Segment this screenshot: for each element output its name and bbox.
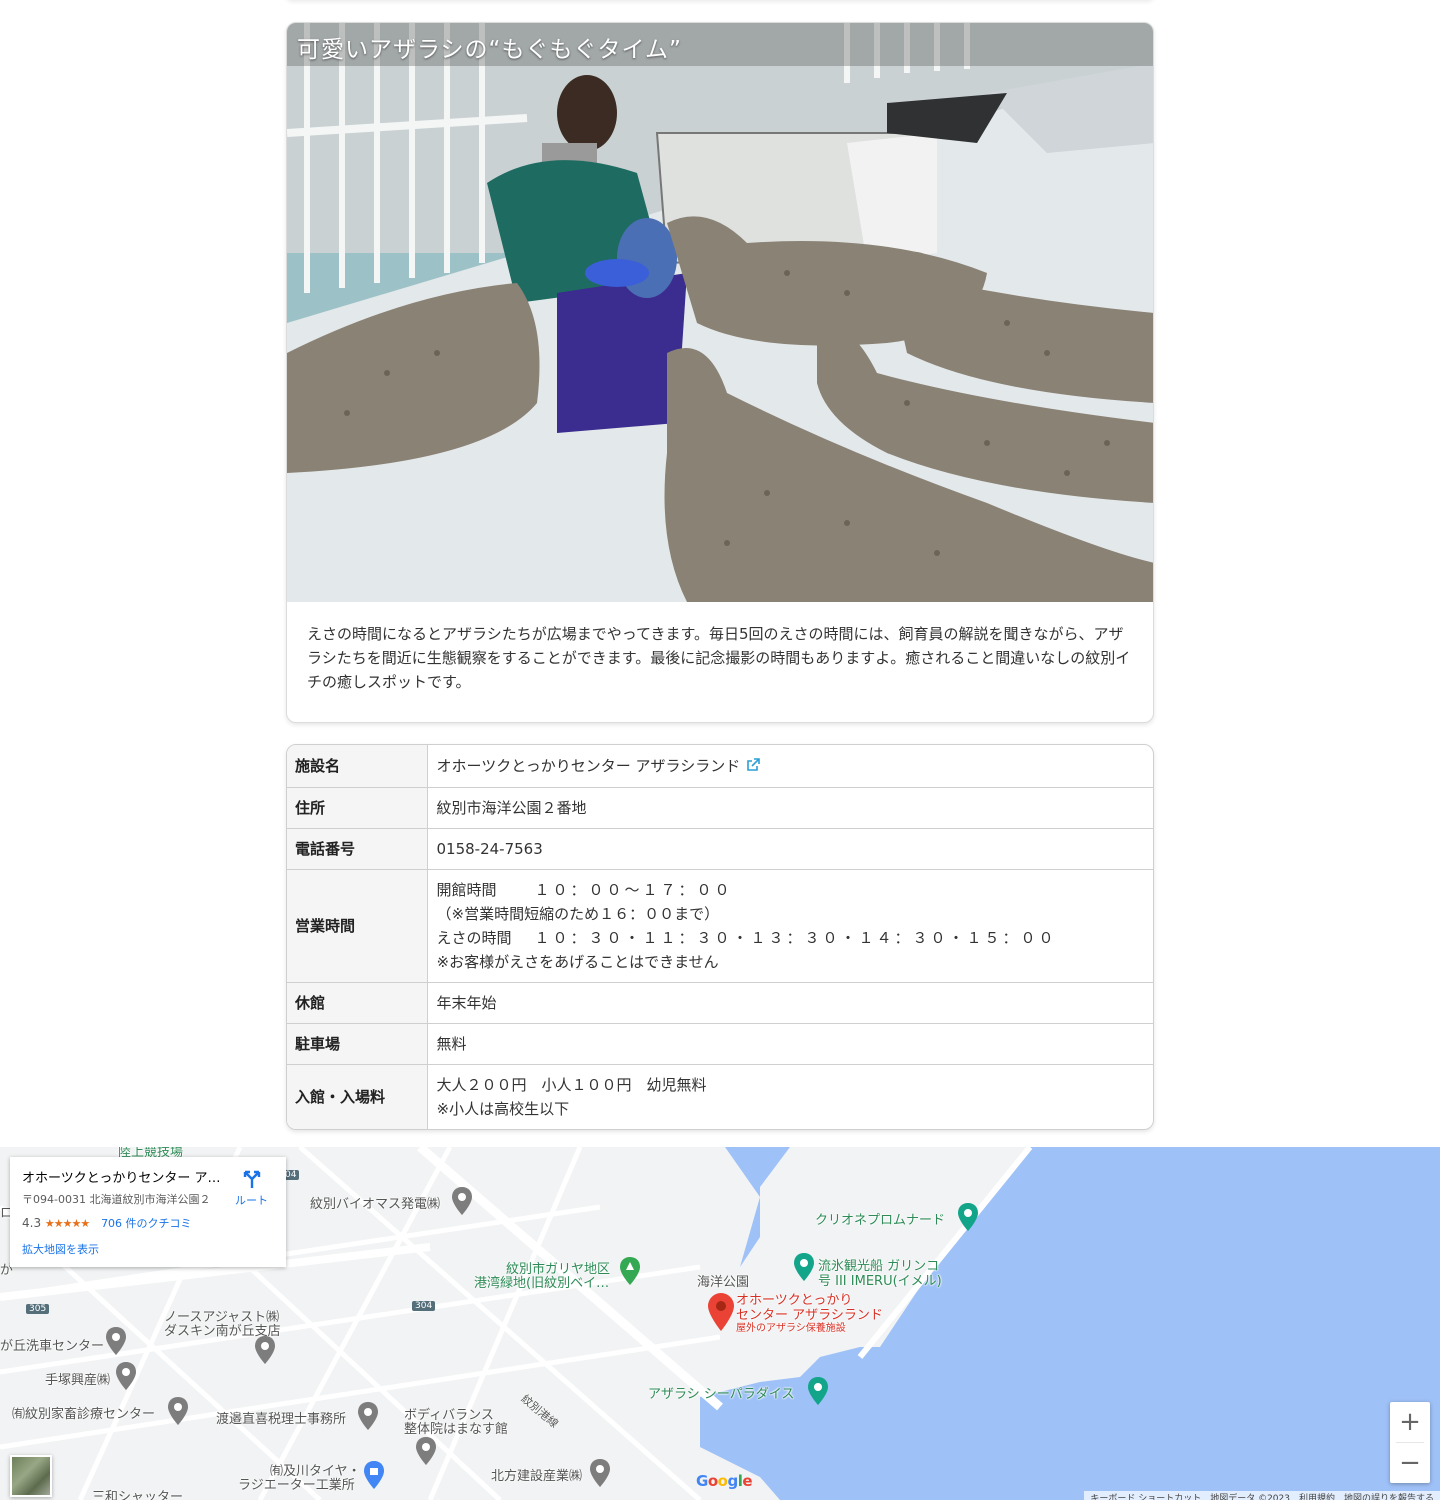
feeding-time-value: １０：３０・１１：３０・１３：３０・１４：３０・１５：００ xyxy=(534,928,1057,947)
poi-pin-icon[interactable] xyxy=(168,1397,188,1425)
map-label-clione[interactable]: クリオネプロムナード xyxy=(815,1209,945,1228)
route-label: ルート xyxy=(235,1194,268,1207)
google-map[interactable]: 陸上競技場 紋別バイオマス発電㈱ クリオネプロムナード 流氷観光船 ガリンコ 号… xyxy=(0,1147,1440,1500)
poi-pin-icon[interactable] xyxy=(358,1402,378,1430)
aquarium-pin-icon[interactable] xyxy=(808,1377,828,1405)
opening-hours-label: 開館時間 xyxy=(436,880,497,899)
fee-note: ※小人は高校生以下 xyxy=(436,1099,570,1118)
poi-pin-icon[interactable] xyxy=(794,1253,814,1281)
feeding-time-label: えさの時間 xyxy=(436,928,512,947)
poi-pin-icon[interactable] xyxy=(106,1327,126,1355)
external-link-icon xyxy=(747,757,761,771)
name-cell: オホーツクとっかりセンター アザラシランド xyxy=(427,745,1153,788)
table-row: 入館・入場料 大人２００円 小人１００円 幼児無料 ※小人は高校生以下 xyxy=(287,1064,1153,1129)
map-label-garinko-2[interactable]: 号 III IMERU(イメル) xyxy=(818,1270,942,1289)
larger-map-link[interactable]: 拡大地図を表示 xyxy=(22,1241,274,1257)
rating-value: 4.3 xyxy=(22,1216,42,1230)
poi-pin-icon[interactable] xyxy=(255,1336,275,1364)
table-row: 営業時間 開館時間 １０：００〜１７：００ （※営業時間短縮のため１６：００まで）… xyxy=(287,869,1153,983)
fee-label: 入館・入場料 xyxy=(287,1064,428,1129)
map-label-sea-paradise[interactable]: アザラシ シーパラダイス xyxy=(648,1383,794,1402)
table-row: 住所 紋別市海洋公園２番地 xyxy=(287,787,1153,829)
map-label-watanabe[interactable]: 渡邉直喜税理士事務所 xyxy=(216,1408,346,1427)
star-rating-icon: ★★★★★ xyxy=(44,1217,90,1230)
poi-pin-icon[interactable] xyxy=(116,1362,136,1390)
poi-pin-icon[interactable] xyxy=(452,1187,472,1215)
zoom-control: + − xyxy=(1390,1402,1430,1483)
fee-value: 大人２００円 小人１００円 幼児無料 xyxy=(436,1075,707,1094)
poi-pin-icon[interactable] xyxy=(590,1459,610,1487)
hours-note: （※営業時間短縮のため１６：００まで） xyxy=(436,904,720,923)
table-row: 休館 年末年始 xyxy=(287,982,1153,1024)
phone-value[interactable]: 0158-24-7563 xyxy=(427,828,1153,870)
map-label-hamanasu[interactable]: 整体院はまなす館 xyxy=(404,1418,508,1437)
table-row: 施設名 オホーツクとっかりセンター アザラシランド xyxy=(287,745,1153,788)
fee-cell: 大人２００円 小人１００円 幼児無料 ※小人は高校生以下 xyxy=(427,1064,1153,1129)
facility-link[interactable]: オホーツクとっかりセンター アザラシランド xyxy=(437,757,761,775)
map-label-oikawa-2[interactable]: ラジエーター工業所 xyxy=(238,1474,355,1493)
park-pin-icon[interactable] xyxy=(620,1257,640,1285)
shop-pin-icon[interactable] xyxy=(364,1461,384,1489)
attraction-card: 可愛いアザラシの“もぐもぐタイム” えさの時間になるとアザラシたちが広場までやっ… xyxy=(286,22,1154,723)
attraction-description: えさの時間になるとアザラシたちが広場までやってきます。毎日5回のえさの時間には、… xyxy=(307,625,1131,691)
route-305-shield: 305 xyxy=(26,1304,50,1314)
zoom-out-button[interactable]: − xyxy=(1390,1443,1430,1483)
facility-name: オホーツクとっかりセンター アザラシランド xyxy=(436,756,741,775)
map-label-target-desc: 屋外のアザラシ保養施設 xyxy=(736,1323,846,1334)
name-label: 施設名 xyxy=(287,745,428,788)
map-label-sanwa[interactable]: 三和シャッター xyxy=(92,1486,183,1500)
map-label-hoppo[interactable]: 北方建設産業㈱ xyxy=(491,1465,582,1484)
photo-caption: 可愛いアザラシの“もぐもぐタイム” xyxy=(297,37,682,63)
hours-cell: 開館時間 １０：００〜１７：００ （※営業時間短縮のため１６：００まで） えさの時… xyxy=(427,869,1153,983)
map-info-window: オホーツクとっかりセンター アザラシ... 〒094-0031 北海道紋別市海洋… xyxy=(10,1157,286,1267)
route-button[interactable]: ルート xyxy=(235,1167,268,1208)
map-label-tezuka[interactable]: 手塚興産㈱ xyxy=(45,1369,110,1388)
poi-pin-icon[interactable] xyxy=(416,1437,436,1465)
poi-pin-icon[interactable] xyxy=(958,1203,978,1231)
parking-value: 無料 xyxy=(427,1023,1153,1065)
phone-label: 電話番号 xyxy=(287,828,428,870)
map-label-carwash[interactable]: が丘洗車センター xyxy=(0,1335,104,1354)
facility-info-table: 施設名 オホーツクとっかりセンター アザラシランド 住所 紋別市海洋公園２番地 … xyxy=(286,744,1154,1130)
opening-hours-value: １０：００〜１７：００ xyxy=(534,880,733,899)
parking-label: 駐車場 xyxy=(287,1023,428,1065)
directions-icon xyxy=(243,1170,260,1188)
hours-label: 営業時間 xyxy=(287,869,428,983)
map-attribution[interactable]: キーボード ショートカット 地図データ ©2023 利用規約 地図の誤りを報告す… xyxy=(1084,1491,1440,1500)
seal-feeding-photo: 可愛いアザラシの“もぐもぐタイム” xyxy=(287,23,1153,602)
info-window-title: オホーツクとっかりセンター アザラシ... xyxy=(22,1171,222,1186)
map-label-gariya-2[interactable]: 港湾緑地(旧紋別ベイ… xyxy=(474,1272,609,1291)
address-value: 紋別市海洋公園２番地 xyxy=(427,787,1153,829)
address-label: 住所 xyxy=(287,787,428,829)
feeding-note: ※お客様がえさをあげることはできません xyxy=(436,952,719,971)
closed-label: 休館 xyxy=(287,982,428,1024)
google-logo: Google xyxy=(696,1472,753,1490)
satellite-toggle[interactable] xyxy=(10,1455,52,1497)
table-row: 電話番号 0158-24-7563 xyxy=(287,828,1153,870)
table-row: 駐車場 無料 xyxy=(287,1023,1153,1065)
reviews-link[interactable]: 706 件のクチコミ xyxy=(101,1217,192,1230)
location-pin-icon[interactable] xyxy=(708,1293,734,1331)
route-304-shield: 304 xyxy=(412,1301,436,1311)
map-label-vet[interactable]: ㈲紋別家畜診療センター xyxy=(12,1403,155,1422)
zoom-in-button[interactable]: + xyxy=(1390,1402,1430,1442)
info-window-rating-row: 4.3 ★★★★★ 706 件のクチコミ xyxy=(22,1215,274,1231)
closed-value: 年末年始 xyxy=(427,982,1153,1024)
map-label-biomass[interactable]: 紋別バイオマス発電㈱ xyxy=(310,1193,440,1212)
map-label-kaiyo-park[interactable]: 海洋公園 xyxy=(697,1271,749,1290)
